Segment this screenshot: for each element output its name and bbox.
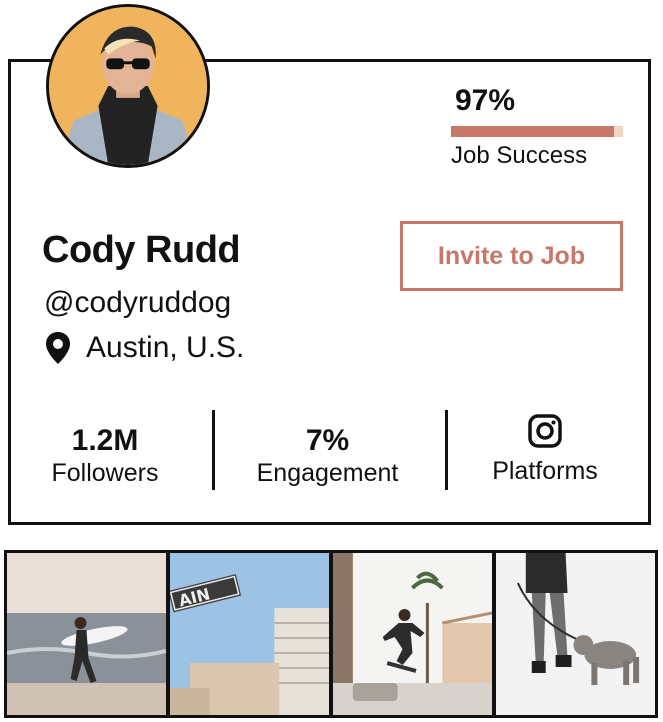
location-pin-icon: [46, 332, 70, 364]
job-success-value: 97%: [455, 84, 516, 117]
photo-gallery: AIN: [4, 550, 658, 718]
job-success-label: Job Success: [451, 142, 588, 169]
engagement-label: Engagement: [256, 459, 399, 487]
invite-to-job-button[interactable]: Invite to Job: [400, 221, 623, 291]
instagram-icon[interactable]: [528, 414, 562, 448]
gallery-photo-street-sign[interactable]: AIN: [170, 553, 329, 715]
gallery-photo-surfer[interactable]: [7, 553, 166, 715]
profile-handle[interactable]: @codyruddog: [44, 286, 231, 320]
job-success-bar-fill: [451, 126, 615, 137]
platforms-label: Platforms: [492, 457, 598, 485]
gallery-photo-dog-walk[interactable]: [496, 553, 655, 715]
stat-divider: [445, 410, 448, 490]
stat-divider: [212, 410, 215, 490]
job-success-bar: [451, 126, 623, 137]
followers-value: 1.2M: [71, 424, 139, 457]
followers-stat: 1.2M Followers: [40, 424, 170, 488]
profile-location: Austin, U.S.: [44, 331, 244, 365]
location-text: Austin, U.S.: [86, 331, 245, 364]
engagement-stat: 7% Engagement: [240, 424, 415, 488]
engagement-value: 7%: [305, 424, 350, 457]
avatar[interactable]: [46, 4, 210, 168]
gallery-photo-skateboarder[interactable]: [333, 553, 492, 715]
platforms-stat[interactable]: Platforms: [475, 414, 615, 486]
followers-label: Followers: [51, 459, 159, 487]
profile-name: Cody Rudd: [42, 229, 241, 271]
